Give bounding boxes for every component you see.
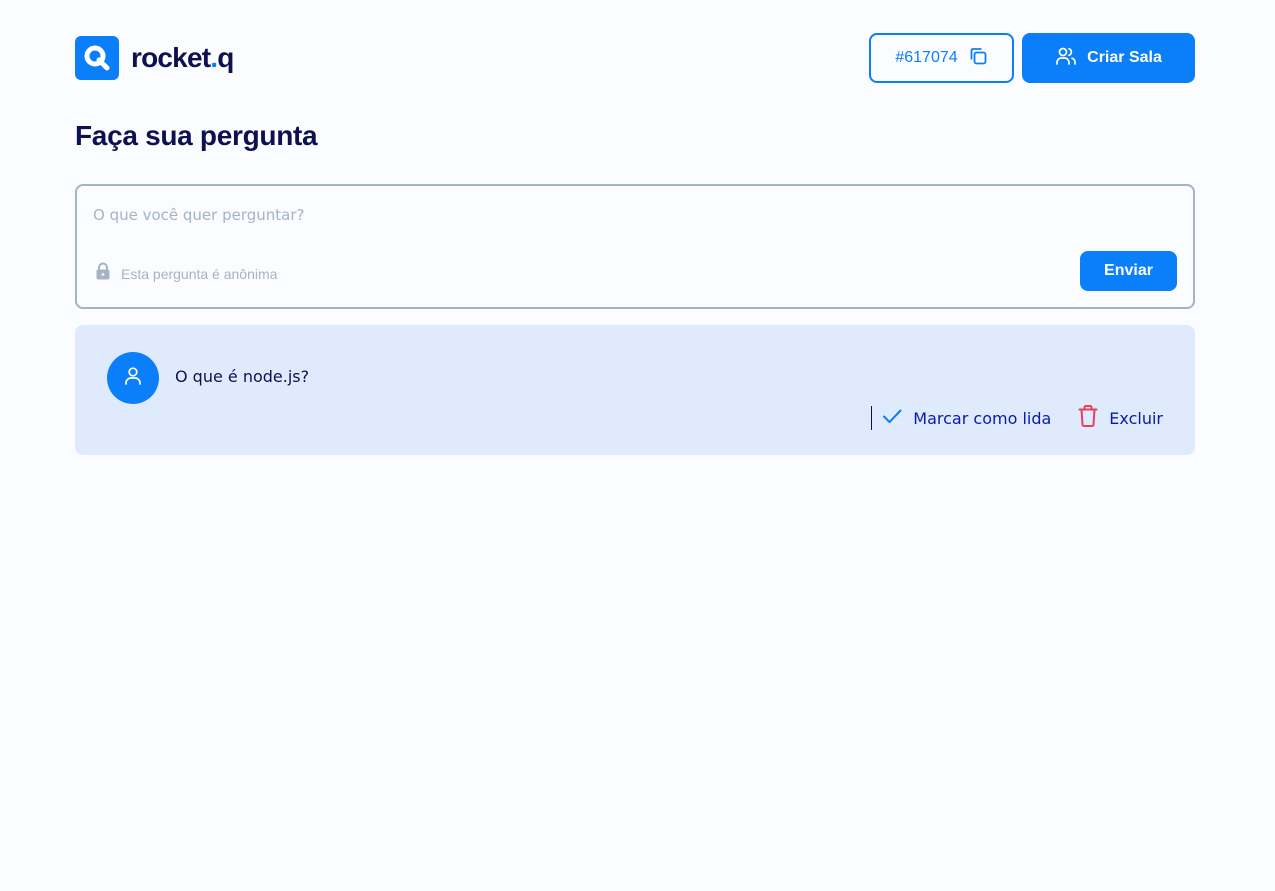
create-room-button[interactable]: Criar Sala bbox=[1022, 33, 1195, 83]
copy-icon bbox=[968, 46, 988, 71]
send-button[interactable]: Enviar bbox=[1080, 251, 1177, 291]
header: rocket.q #617074 Criar Sala bbox=[75, 33, 1195, 83]
room-code-label: #617074 bbox=[895, 49, 958, 66]
question-card: O que é node.js? Marcar como lida Exclui… bbox=[75, 325, 1195, 455]
question-input[interactable] bbox=[93, 202, 1173, 228]
avatar bbox=[107, 352, 159, 404]
rocketq-logo-icon bbox=[75, 36, 119, 80]
room-page: rocket.q #617074 Criar Sala Faça sua per… bbox=[0, 0, 1275, 891]
logo-suffix: q bbox=[217, 42, 234, 73]
text-cursor bbox=[871, 406, 873, 430]
trash-icon bbox=[1077, 404, 1099, 432]
delete-button[interactable]: Excluir bbox=[1077, 405, 1163, 431]
mark-as-read-label: Marcar como lida bbox=[913, 408, 1052, 428]
page-title: Faça sua pergunta bbox=[75, 120, 318, 151]
delete-label: Excluir bbox=[1109, 408, 1163, 428]
lock-icon bbox=[95, 262, 111, 285]
mark-as-read-button[interactable]: Marcar como lida bbox=[871, 405, 1051, 431]
create-room-label: Criar Sala bbox=[1087, 49, 1162, 66]
header-actions: #617074 Criar Sala bbox=[869, 33, 1195, 83]
logo-word: rocket bbox=[131, 42, 211, 73]
anonymous-notice: Esta pergunta é anônima bbox=[95, 262, 277, 285]
copy-room-code-button[interactable]: #617074 bbox=[869, 33, 1014, 83]
anonymous-label: Esta pergunta é anônima bbox=[121, 265, 278, 282]
question-text: O que é node.js? bbox=[175, 367, 310, 386]
check-icon bbox=[881, 405, 903, 431]
user-icon bbox=[122, 365, 144, 392]
question-form: Esta pergunta é anônima Enviar bbox=[75, 184, 1195, 309]
question-actions: Marcar como lida Excluir bbox=[871, 405, 1163, 431]
users-icon bbox=[1055, 45, 1077, 72]
brand-logo[interactable]: rocket.q bbox=[75, 36, 234, 80]
logo-wordmark: rocket.q bbox=[131, 44, 234, 72]
